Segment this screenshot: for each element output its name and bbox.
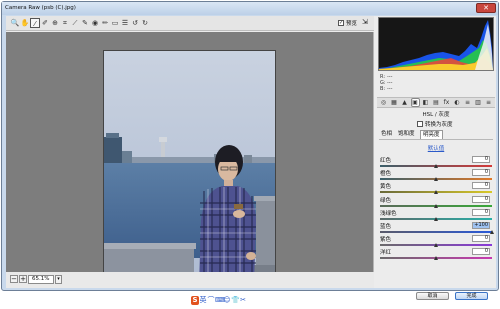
slider-thumb[interactable]: [434, 190, 438, 195]
hsl-section-title: HSL / 灰度: [422, 112, 450, 118]
crop-tool-icon[interactable]: ⌗: [60, 18, 70, 28]
tone-curve-tab-icon[interactable]: ▦: [391, 99, 398, 106]
slider-value-field[interactable]: 0: [472, 208, 490, 216]
convert-to-grayscale-label: 转换为灰度: [425, 122, 453, 128]
zoom-in-button[interactable]: +: [19, 275, 27, 283]
presets-tab-icon[interactable]: ≡: [464, 99, 471, 106]
snapshots-tab-icon[interactable]: ▥: [475, 99, 482, 106]
emoticon-icon[interactable]: ☺: [223, 296, 231, 305]
basic-tab-icon[interactable]: ◎: [380, 99, 387, 106]
toolbar: 🔍 ✋ ⁄ ✐ ⊕ ⌗ ⟋ ✎ ◉ ✏ ▭ ☰ ↺ ↻ ✓ 预览 ⇲: [6, 16, 374, 31]
camera-raw-window: Camera Raw (psb (C).jpg) ✕ 🔍 ✋ ⁄ ✐ ⊕ ⌗ ⟋ ✎ ◉ ✏ ▭ ☰ ↺…: [1, 1, 499, 300]
preview-checkbox[interactable]: ✓: [338, 20, 344, 26]
rotate-ccw-icon[interactable]: ↺: [130, 18, 140, 28]
zoom-out-button[interactable]: −: [10, 275, 18, 283]
slider-value-field[interactable]: 0: [472, 156, 490, 163]
chinese-mode-icon[interactable]: 英: [199, 296, 207, 305]
slider-thumb[interactable]: [434, 177, 438, 182]
slider-row: 黄色 0: [380, 182, 492, 196]
status-bar: − + 65.1% ▾: [6, 272, 374, 288]
slider-thumb[interactable]: [434, 256, 438, 261]
preview-photo: [103, 50, 276, 284]
hand-tool-icon[interactable]: ✋: [20, 18, 30, 28]
slider-value-field[interactable]: 0: [472, 235, 490, 243]
slider-row: 洋红 0: [380, 248, 492, 262]
slider-thumb[interactable]: [434, 216, 438, 221]
slider-label: 绿色: [380, 197, 392, 204]
zoom-tool-icon[interactable]: 🔍: [10, 18, 20, 28]
slider-thumb[interactable]: [434, 203, 438, 208]
zoom-dropdown-icon[interactable]: ▾: [55, 275, 62, 284]
slider-value-field[interactable]: 0: [472, 248, 490, 256]
white-balance-tool-icon[interactable]: ⁄: [30, 18, 40, 28]
readout-b: B: ---: [380, 86, 393, 92]
effects-tab-icon[interactable]: fx: [443, 99, 450, 106]
spot-removal-tool-icon[interactable]: ✎: [80, 18, 90, 28]
close-window-button[interactable]: ✕: [476, 3, 496, 13]
cancel-button[interactable]: 取消: [416, 292, 449, 300]
zoom-level-field[interactable]: 65.1%: [28, 275, 54, 284]
subtab-saturation[interactable]: 饱和度: [396, 130, 417, 139]
soft-keyboard-icon[interactable]: ⌨: [215, 296, 225, 305]
adjustment-brush-icon[interactable]: ✏: [100, 18, 110, 28]
window-title: Camera Raw (psb (C).jpg): [5, 5, 76, 11]
slider-label: 蓝色: [380, 224, 392, 230]
adjustment-panel: R: --- G:--- B: --- ◎ ▦ ▲ ▣ ◧ ▤ fx ◐ ≡ ▥ ≡ HSL / 灰度 …: [376, 16, 496, 288]
convert-to-grayscale-checkbox[interactable]: [417, 121, 423, 127]
lens-corrections-tab-icon[interactable]: ▤: [433, 99, 440, 106]
camera-calibration-tab-icon[interactable]: ◐: [454, 99, 461, 106]
panel-menu-icon[interactable]: ≡: [485, 99, 492, 106]
slider-label: 红色: [380, 158, 392, 164]
split-toning-tab-icon[interactable]: ◧: [422, 99, 429, 106]
slider-thumb[interactable]: [434, 243, 438, 248]
slider-row: 蓝色 +100: [380, 222, 494, 236]
default-link[interactable]: 默认值: [376, 144, 496, 152]
slider-row: 紫色 0: [380, 235, 492, 249]
preferences-icon[interactable]: ☰: [120, 18, 130, 28]
skin-icon[interactable]: 👕: [231, 296, 240, 305]
slider-label: 橙色: [380, 171, 392, 178]
slider-value-field[interactable]: +100: [472, 222, 490, 229]
slider-row: 红色 0: [380, 156, 492, 170]
targeted-adjustment-tool-icon[interactable]: ⊕: [50, 18, 60, 28]
slider-thumb[interactable]: [434, 164, 438, 168]
subtab-divider: [379, 139, 493, 140]
sogou-icon[interactable]: S: [191, 296, 199, 305]
preview-canvas[interactable]: [6, 32, 374, 284]
slider-value-field[interactable]: 0: [472, 182, 490, 190]
rotate-cw-icon[interactable]: ↻: [140, 18, 150, 28]
straighten-tool-icon[interactable]: ⟋: [70, 18, 80, 28]
red-eye-tool-icon[interactable]: ◉: [90, 18, 100, 28]
slider-track[interactable]: [380, 231, 492, 233]
panel-tabs: ◎ ▦ ▲ ▣ ◧ ▤ fx ◐ ≡ ▥ ≡: [377, 97, 495, 108]
histogram: [378, 17, 494, 71]
slider-label: 紫色: [380, 237, 392, 244]
dialog-body: 🔍 ✋ ⁄ ✐ ⊕ ⌗ ⟋ ✎ ◉ ✏ ▭ ☰ ↺ ↻ ✓ 预览 ⇲ − + 6…: [6, 16, 496, 300]
slider-label: 浅绿色: [380, 210, 397, 217]
hsl-tab-icon[interactable]: ▣: [410, 98, 420, 107]
title-bar: Camera Raw (psb (C).jpg) ✕: [2, 2, 498, 15]
slider-row: 浅绿色 0: [380, 208, 492, 223]
color-sampler-tool-icon[interactable]: ✐: [40, 18, 50, 28]
slider-row: 橙色 0: [380, 169, 492, 183]
graduated-filter-icon[interactable]: ▭: [110, 18, 120, 28]
slider-row: 绿色 0: [380, 195, 492, 210]
slider-label: 黄色: [380, 184, 392, 191]
rgb-readout: R: --- G:--- B: ---: [380, 74, 492, 94]
punctuation-icon[interactable]: ⌒: [207, 296, 215, 305]
preview-label: 预览: [346, 21, 358, 27]
slider-value-field[interactable]: 0: [472, 169, 490, 177]
ime-toolbar: S 英⌒⌨☺👕✂: [191, 296, 269, 307]
slider-label: 洋红: [380, 250, 392, 257]
fullscreen-icon[interactable]: ⇲: [362, 18, 371, 27]
detail-tab-icon[interactable]: ▲: [401, 99, 408, 106]
tools-icon[interactable]: ✂: [239, 296, 247, 305]
subtab-hue[interactable]: 色相: [379, 130, 394, 139]
done-button[interactable]: 完成: [455, 292, 488, 300]
slider-value-field[interactable]: 0: [472, 195, 490, 203]
subtab-luminance[interactable]: 明亮度: [420, 130, 443, 139]
slider-thumb[interactable]: [490, 230, 494, 234]
